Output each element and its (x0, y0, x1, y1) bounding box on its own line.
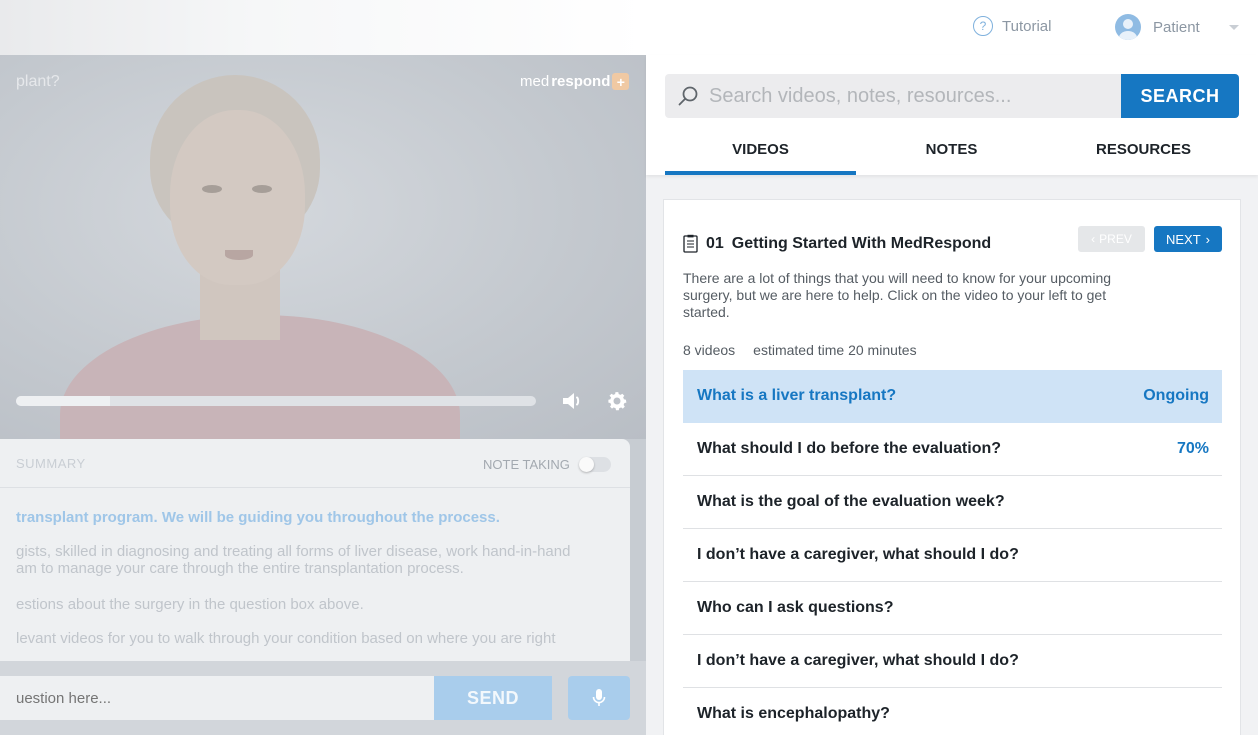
send-button[interactable]: SEND (434, 676, 552, 720)
section-number: 01 (706, 234, 724, 252)
video-count: 8 videos (683, 342, 736, 358)
microphone-icon (592, 689, 606, 706)
section-description: There are a lot of things that you will … (683, 270, 1112, 320)
plus-icon: + (612, 73, 630, 90)
user-label: Patient (1153, 18, 1200, 36)
active-tab-indicator (665, 171, 856, 175)
tutorial-label: Tutorial (1002, 17, 1052, 35)
user-menu[interactable]: Patient (1115, 14, 1200, 40)
section-name: Getting Started With MedRespond (731, 234, 992, 252)
tab-notes[interactable]: NOTES (856, 141, 1047, 158)
brand-logo: med respond + (520, 73, 630, 90)
brand-prefix: med (520, 73, 550, 90)
search-box (665, 74, 1121, 118)
summary-panel: SUMMARY NOTE TAKING transplant program. … (0, 439, 630, 661)
question-composer: SEND (0, 661, 646, 735)
next-button[interactable]: NEXT › (1154, 226, 1222, 252)
video-list-item[interactable]: What is a liver transplant? Ongoing (683, 370, 1222, 423)
note-taking-control[interactable]: NOTE TAKING (483, 457, 611, 472)
video-title: Who can I ask questions? (697, 599, 894, 616)
search-button[interactable]: SEARCH (1121, 74, 1239, 118)
summary-text: gists, skilled in diagnosing and treatin… (16, 543, 571, 560)
video-title: I don’t have a caregiver, what should I … (697, 652, 1019, 669)
video-section-card: 01 Getting Started With MedRespond ‹ PRE… (663, 199, 1241, 735)
video-status: Ongoing (1143, 387, 1209, 404)
video-player[interactable]: plant? med respond + (0, 55, 646, 515)
microphone-button[interactable] (568, 676, 630, 720)
avatar-icon (1115, 14, 1141, 40)
summary-text: transplant program. We will be guiding y… (16, 509, 500, 526)
chevron-right-icon: › (1205, 231, 1210, 247)
presenter-mouth (225, 250, 253, 260)
summary-label: SUMMARY (16, 456, 86, 471)
summary-header: SUMMARY NOTE TAKING (0, 439, 630, 488)
video-title: What is the goal of the evaluation week? (697, 493, 1005, 510)
video-progress-bar[interactable] (16, 396, 536, 406)
video-panel: plant? med respond + SUMMARY NOTE TAKING … (0, 55, 646, 735)
section-title: 01 Getting Started With MedRespond (683, 234, 991, 253)
video-progress-fill (16, 396, 110, 406)
brand-bold: respond (551, 73, 611, 90)
video-list-item[interactable]: I don’t have a caregiver, what should I … (683, 529, 1222, 582)
video-list-item[interactable]: What is encephalopathy? (683, 688, 1222, 735)
volume-icon[interactable] (560, 389, 584, 413)
clipboard-icon (683, 234, 698, 253)
next-label: NEXT (1165, 231, 1201, 247)
video-list-item[interactable]: I don’t have a caregiver, what should I … (683, 635, 1222, 688)
tab-videos[interactable]: VIDEOS (665, 141, 856, 158)
video-title: What should I do before the evaluation? (697, 440, 1002, 457)
presenter-eye (202, 185, 222, 193)
video-title: I don’t have a caregiver, what should I … (697, 546, 1019, 563)
tab-resources[interactable]: RESOURCES (1048, 141, 1239, 158)
search-icon (678, 86, 698, 106)
video-title: plant? (16, 73, 60, 90)
summary-text: levant videos for you to walk through yo… (16, 630, 556, 647)
video-list: What is a liver transplant? Ongoing What… (683, 370, 1222, 735)
video-status: 70% (1176, 440, 1209, 457)
chevron-down-icon[interactable] (1229, 25, 1239, 30)
presenter-eye (252, 185, 272, 193)
estimated-time: estimated time 20 minutes (753, 342, 917, 358)
video-title: What is encephalopathy? (697, 705, 890, 722)
tutorial-link[interactable]: ? Tutorial (973, 16, 1051, 36)
note-taking-label: NOTE TAKING (483, 457, 570, 472)
video-list-item[interactable]: What should I do before the evaluation? … (683, 423, 1222, 476)
prev-button[interactable]: ‹ PREV (1078, 226, 1145, 252)
video-list-item[interactable]: Who can I ask questions? (683, 582, 1222, 635)
search-input[interactable] (709, 74, 1109, 118)
summary-text: estions about the surgery in the questio… (16, 596, 364, 613)
section-meta: 8 videos estimated time 20 minutes (683, 342, 917, 358)
summary-text: am to manage your care through the entir… (16, 560, 464, 577)
help-icon: ? (973, 16, 993, 36)
search-header: SEARCH VIDEOS NOTES RESOURCES (646, 55, 1258, 175)
top-bar-left-overlay (0, 0, 646, 55)
chevron-left-icon: ‹ (1091, 232, 1096, 246)
question-input[interactable] (0, 676, 434, 720)
video-list-item[interactable]: What is the goal of the evaluation week? (683, 476, 1222, 529)
prev-label: PREV (1099, 232, 1132, 246)
top-bar: ? Tutorial Patient (0, 0, 1258, 55)
content-panel: SEARCH VIDEOS NOTES RESOURCES 01 Getting… (646, 55, 1258, 735)
note-taking-toggle[interactable] (578, 457, 611, 472)
video-title: What is a liver transplant? (697, 387, 897, 404)
gear-icon[interactable] (605, 389, 629, 413)
